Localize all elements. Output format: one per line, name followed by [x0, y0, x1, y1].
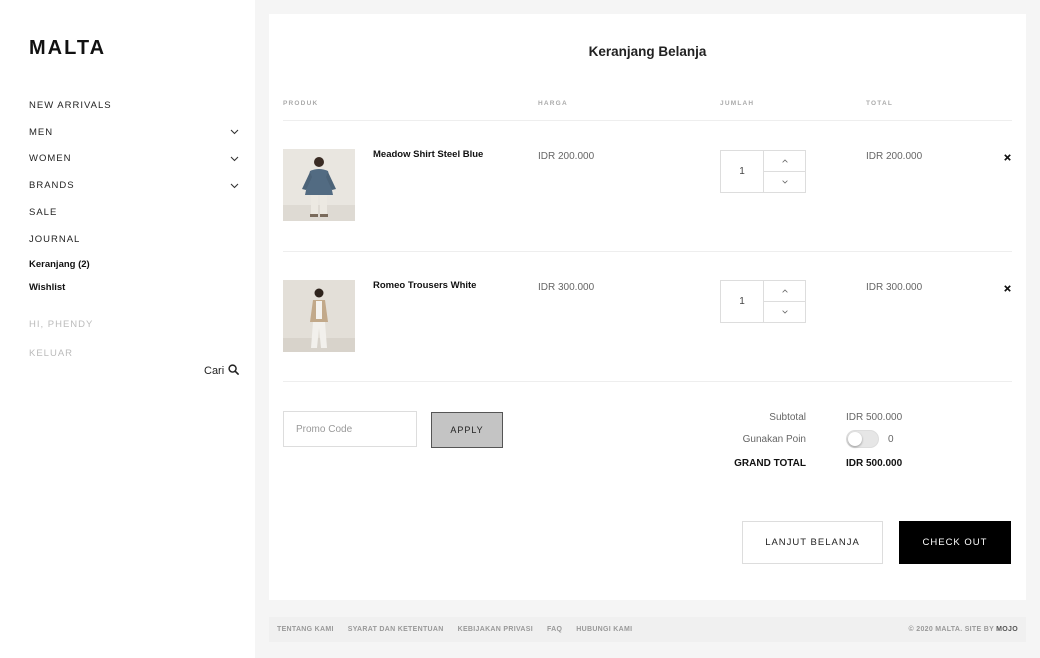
column-header-total: TOTAL [866, 100, 894, 107]
nav-item-label: SALE [29, 207, 58, 219]
footer-link-about[interactable]: TENTANG KAMI [277, 626, 334, 633]
close-icon [1003, 284, 1011, 292]
apply-promo-button[interactable]: APPLY [431, 412, 503, 448]
product-image[interactable] [283, 280, 355, 352]
remove-item-button[interactable] [1002, 283, 1012, 293]
quantity-value[interactable]: 1 [721, 151, 764, 192]
page-title: Keranjang Belanja [588, 44, 707, 59]
logout-link[interactable]: KELUAR [29, 348, 73, 359]
search-label: Cari [204, 365, 225, 377]
use-points-label: Gunakan Poin [742, 434, 806, 445]
search-icon [228, 364, 240, 378]
grand-total-value: IDR 500.000 [846, 458, 903, 469]
divider [283, 251, 1012, 252]
product-image[interactable] [283, 149, 355, 221]
quantity-buttons [764, 151, 805, 192]
continue-shopping-button[interactable]: LANJUT BELANJA [742, 521, 883, 564]
footer-link-privacy[interactable]: KEBIJAKAN PRIVASI [458, 626, 533, 633]
user-greeting: HI, PHENDY [29, 319, 94, 330]
checkout-button[interactable]: CHECK OUT [899, 521, 1011, 564]
footer: TENTANG KAMI SYARAT DAN KETENTUAN KEBIJA… [269, 617, 1026, 642]
nav-cart-link[interactable]: Keranjang (2) [29, 259, 90, 270]
remove-item-button[interactable] [1002, 152, 1012, 162]
nav-item-sale[interactable]: SALE [29, 199, 239, 226]
copyright: © 2020 MALTA. SITE BY MOJO [909, 626, 1018, 633]
sidebar: MALTA NEW ARRIVALS MEN WOMEN BRANDS SALE… [0, 0, 255, 658]
footer-links: TENTANG KAMI SYARAT DAN KETENTUAN KEBIJA… [277, 626, 632, 633]
subtotal-label: Subtotal [769, 412, 806, 423]
chevron-down-icon[interactable] [229, 181, 239, 191]
nav-item-label: BRANDS [29, 180, 75, 192]
product-name[interactable]: Romeo Trousers White [373, 280, 476, 291]
chevron-down-icon [781, 180, 788, 184]
chevron-up-icon [781, 159, 788, 163]
line-total: IDR 200.000 [866, 151, 923, 162]
copyright-text: © 2020 MALTA. SITE BY [908, 626, 994, 633]
nav-item-label: NEW ARRIVALS [29, 99, 112, 111]
toggle-knob [848, 432, 862, 446]
brand-logo[interactable]: MALTA [29, 37, 106, 60]
quantity-decrease-button[interactable] [764, 302, 805, 322]
divider [283, 120, 1012, 121]
grand-total-label: GRAND TOTAL [734, 458, 806, 469]
nav-item-women[interactable]: WOMEN [29, 146, 239, 173]
divider [283, 381, 1012, 382]
column-header-product: PRODUK [283, 100, 319, 107]
quantity-stepper: 1 [720, 150, 806, 193]
chevron-up-icon [781, 289, 788, 293]
main-nav: NEW ARRIVALS MEN WOMEN BRANDS SALE JOURN… [29, 92, 239, 253]
line-total: IDR 300.000 [866, 282, 923, 293]
nav-item-journal[interactable]: JOURNAL [29, 226, 239, 253]
nav-wishlist-link[interactable]: Wishlist [29, 282, 65, 293]
quantity-increase-button[interactable] [764, 151, 805, 172]
product-name[interactable]: Meadow Shirt Steel Blue [373, 149, 483, 160]
quantity-decrease-button[interactable] [764, 172, 805, 192]
quantity-buttons [764, 281, 805, 322]
footer-link-contact[interactable]: HUBUNGI KAMI [576, 626, 632, 633]
chevron-down-icon[interactable] [229, 127, 239, 137]
chevron-down-icon[interactable] [229, 154, 239, 164]
product-price: IDR 200.000 [538, 151, 595, 162]
subtotal-value: IDR 500.000 [846, 412, 903, 423]
nav-item-new-arrivals[interactable]: NEW ARRIVALS [29, 92, 239, 119]
quantity-increase-button[interactable] [764, 281, 805, 302]
quantity-stepper: 1 [720, 280, 806, 323]
nav-item-men[interactable]: MEN [29, 119, 239, 146]
footer-link-terms[interactable]: SYARAT DAN KETENTUAN [348, 626, 444, 633]
nav-item-brands[interactable]: BRANDS [29, 172, 239, 199]
column-header-price: HARGA [538, 100, 568, 107]
column-header-qty: JUMLAH [720, 100, 755, 107]
footer-link-faq[interactable]: FAQ [547, 626, 562, 633]
nav-item-label: WOMEN [29, 153, 72, 165]
promo-code-input[interactable] [283, 411, 417, 447]
search-button[interactable]: Cari [204, 364, 240, 378]
nav-item-label: MEN [29, 126, 54, 138]
credit-link[interactable]: MOJO [996, 626, 1018, 633]
points-value: 0 [888, 434, 894, 445]
chevron-down-icon [781, 310, 788, 314]
nav-item-label: JOURNAL [29, 233, 81, 245]
use-points-toggle[interactable] [846, 430, 879, 448]
cart-panel: Keranjang Belanja PRODUK HARGA JUMLAH TO… [269, 14, 1026, 600]
quantity-value[interactable]: 1 [721, 281, 764, 322]
close-icon [1003, 153, 1011, 161]
product-price: IDR 300.000 [538, 282, 595, 293]
